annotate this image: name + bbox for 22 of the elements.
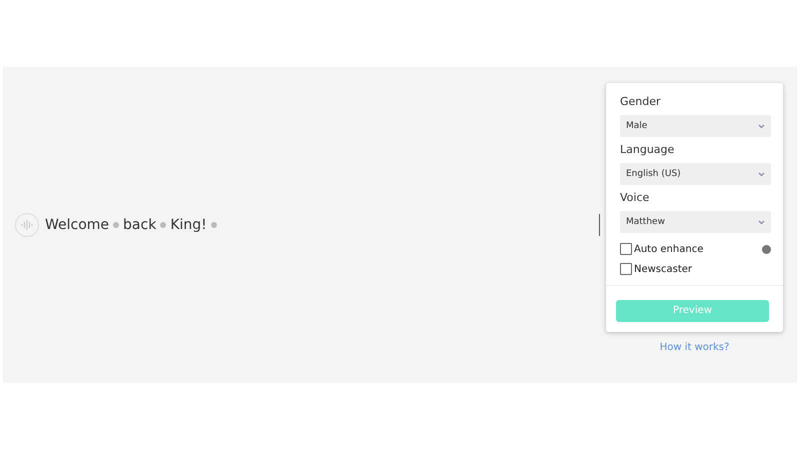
- editor-word: King!: [170, 217, 207, 233]
- chevron-icon: [758, 220, 765, 224]
- chevron-icon: [758, 124, 765, 128]
- chevron-icon: [758, 172, 765, 176]
- field-label: Language: [620, 143, 676, 156]
- field-label: Voice: [620, 191, 650, 204]
- editor-word: Welcome: [45, 217, 110, 233]
- text-cursor: [599, 214, 600, 236]
- checkbox[interactable]: [620, 263, 632, 275]
- checkbox[interactable]: [620, 243, 632, 255]
- info-icon[interactable]: [762, 244, 771, 254]
- dropdown[interactable]: Male: [620, 115, 771, 137]
- dropdown[interactable]: Matthew: [620, 211, 771, 233]
- pause-dot[interactable]: [113, 222, 120, 228]
- microphone-icon[interactable]: [15, 213, 39, 237]
- dropdown[interactable]: English (US): [620, 163, 771, 185]
- field-label: Gender: [620, 95, 662, 108]
- editor-word: back: [123, 217, 156, 233]
- pause-dot[interactable]: [160, 222, 166, 228]
- checkbox-label: Newscaster: [634, 264, 692, 274]
- pause-dot[interactable]: [210, 222, 217, 228]
- checkbox-label: Auto enhance: [634, 244, 704, 254]
